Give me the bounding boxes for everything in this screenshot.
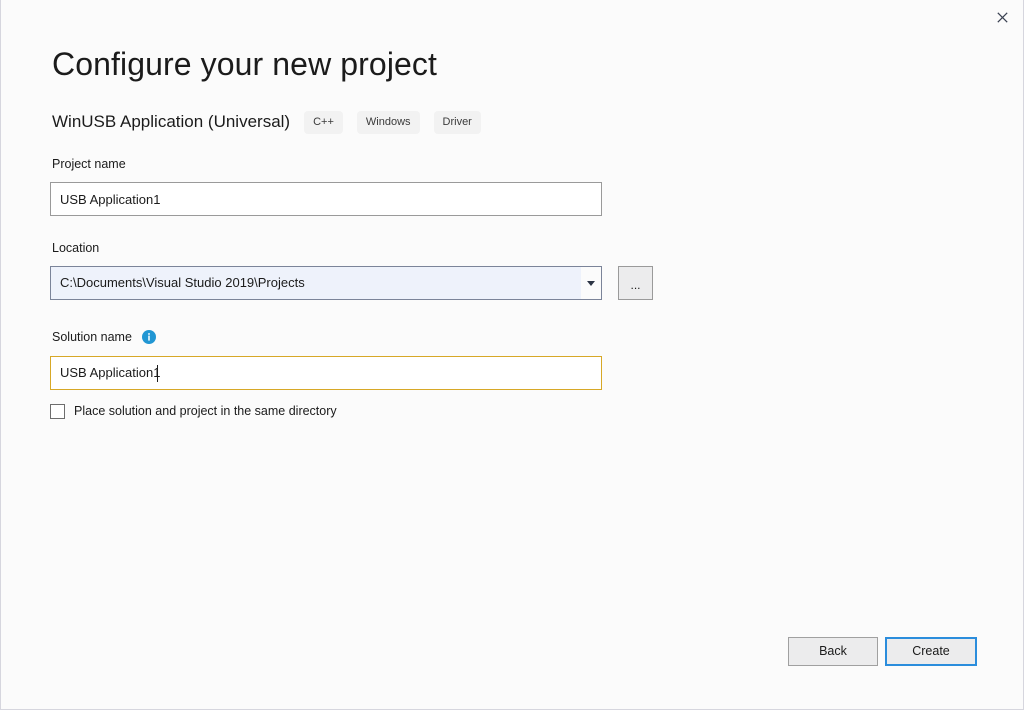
close-icon [996,11,1008,23]
solution-name-field[interactable] [50,356,602,390]
location-value[interactable]: C:\Documents\Visual Studio 2019\Projects [51,267,581,299]
tag-language: C++ [304,110,343,134]
location-dropdown-button[interactable] [581,267,601,299]
close-button[interactable] [979,0,1024,34]
create-button[interactable]: Create [885,637,977,666]
template-name: WinUSB Application (Universal) [52,112,291,131]
solution-name-label: Solution name [52,330,132,344]
chevron-down-icon [587,280,595,286]
location-label: Location [52,241,100,255]
info-icon[interactable] [141,330,156,344]
solution-name-label-row: Solution name [52,329,156,345]
browse-location-button[interactable]: ... [618,266,653,300]
same-directory-label: Place solution and project in the same d… [74,404,337,418]
solution-name-input[interactable] [51,357,290,389]
project-name-input[interactable] [50,182,602,216]
location-combobox[interactable]: C:\Documents\Visual Studio 2019\Projects [50,266,602,300]
text-caret [157,364,158,382]
template-summary-row: WinUSB Application (Universal) C++ Windo… [52,110,481,134]
browse-button-label: ... [630,278,641,292]
dialog-titlebar [1,0,1024,36]
configure-project-dialog: Configure your new project WinUSB Applic… [0,0,1024,710]
same-directory-checkbox[interactable] [50,403,65,419]
page-title: Configure your new project [52,46,438,82]
same-directory-row[interactable]: Place solution and project in the same d… [50,403,337,419]
project-name-label: Project name [52,157,126,171]
back-button[interactable]: Back [788,637,878,666]
tag-project-type: Driver [433,110,481,134]
tag-platform: Windows [356,110,420,134]
dialog-footer: Back Create [1,637,1024,667]
location-row: C:\Documents\Visual Studio 2019\Projects… [50,266,653,300]
